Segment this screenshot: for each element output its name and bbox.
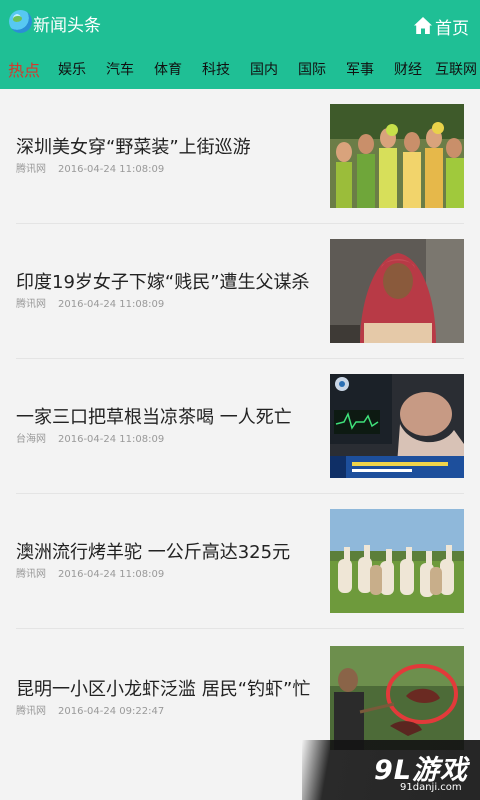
watermark-banner: 9L游戏 91danji.com	[302, 740, 480, 800]
news-title: 印度19岁女子下嫁“贱民”遭生父谋杀	[16, 272, 310, 293]
news-source: 腾讯网	[16, 164, 46, 175]
tab-sports[interactable]: 体育	[154, 53, 182, 89]
globe-logo-icon	[9, 10, 32, 33]
tab-entertainment[interactable]: 娱乐	[58, 53, 86, 89]
tab-domestic[interactable]: 国内	[250, 53, 278, 89]
news-source: 台海网	[16, 434, 46, 445]
news-source: 腾讯网	[16, 299, 46, 310]
news-time: 2016-04-24 11:08:09	[58, 569, 165, 580]
tab-finance[interactable]: 财经	[394, 53, 422, 89]
news-thumbnail	[330, 509, 464, 613]
news-item[interactable]: 澳洲流行烤羊驼 一公斤高达325元 腾讯网 2016-04-24 11:08:09	[0, 494, 480, 629]
home-button[interactable]: 首页	[413, 13, 469, 39]
news-time: 2016-04-24 11:08:09	[58, 299, 165, 310]
tab-auto[interactable]: 汽车	[106, 53, 134, 89]
news-meta: 腾讯网 2016-04-24 09:22:47	[16, 705, 164, 719]
news-thumbnail	[330, 104, 464, 208]
news-meta: 腾讯网 2016-04-24 11:08:09	[16, 163, 164, 177]
category-tab-bar: 热点 娱乐 汽车 体育 科技 国内 国际 军事 财经 互联网	[0, 53, 480, 89]
news-thumbnail	[330, 646, 464, 750]
tab-hot[interactable]: 热点	[8, 53, 40, 89]
watermark-url: 91danji.com	[400, 782, 462, 793]
news-meta: 腾讯网 2016-04-24 11:08:09	[16, 568, 164, 582]
news-time: 2016-04-24 11:08:09	[58, 164, 165, 175]
news-time: 2016-04-24 09:22:47	[58, 706, 165, 717]
news-title: 昆明一小区小龙虾泛滥 居民“钓虾”忙	[16, 679, 311, 700]
news-meta: 台海网 2016-04-24 11:08:09	[16, 433, 164, 447]
news-item[interactable]: 印度19岁女子下嫁“贱民”遭生父谋杀 腾讯网 2016-04-24 11:08:0…	[0, 224, 480, 359]
news-source: 腾讯网	[16, 706, 46, 717]
app-title: 新闻头条	[33, 16, 101, 36]
news-item[interactable]: 深圳美女穿“野菜装”上街巡游 腾讯网 2016-04-24 11:08:09	[0, 89, 480, 224]
home-label: 首页	[435, 18, 469, 39]
news-thumbnail	[330, 239, 464, 343]
tab-internet[interactable]: 互联网	[435, 53, 477, 89]
news-item[interactable]: 一家三口把草根当凉茶喝 一人死亡 台海网 2016-04-24 11:08:09	[0, 359, 480, 494]
news-source: 腾讯网	[16, 569, 46, 580]
tab-tech[interactable]: 科技	[202, 53, 230, 89]
app-header: 新闻头条 首页	[0, 0, 480, 53]
news-thumbnail	[330, 374, 464, 478]
tab-military[interactable]: 军事	[346, 53, 374, 89]
news-time: 2016-04-24 11:08:09	[58, 434, 165, 445]
news-meta: 腾讯网 2016-04-24 11:08:09	[16, 298, 164, 312]
news-title: 澳洲流行烤羊驼 一公斤高达325元	[16, 542, 291, 563]
news-title: 深圳美女穿“野菜装”上街巡游	[16, 137, 251, 158]
home-icon	[414, 17, 432, 34]
tab-international[interactable]: 国际	[298, 53, 326, 89]
news-title: 一家三口把草根当凉茶喝 一人死亡	[16, 407, 292, 428]
